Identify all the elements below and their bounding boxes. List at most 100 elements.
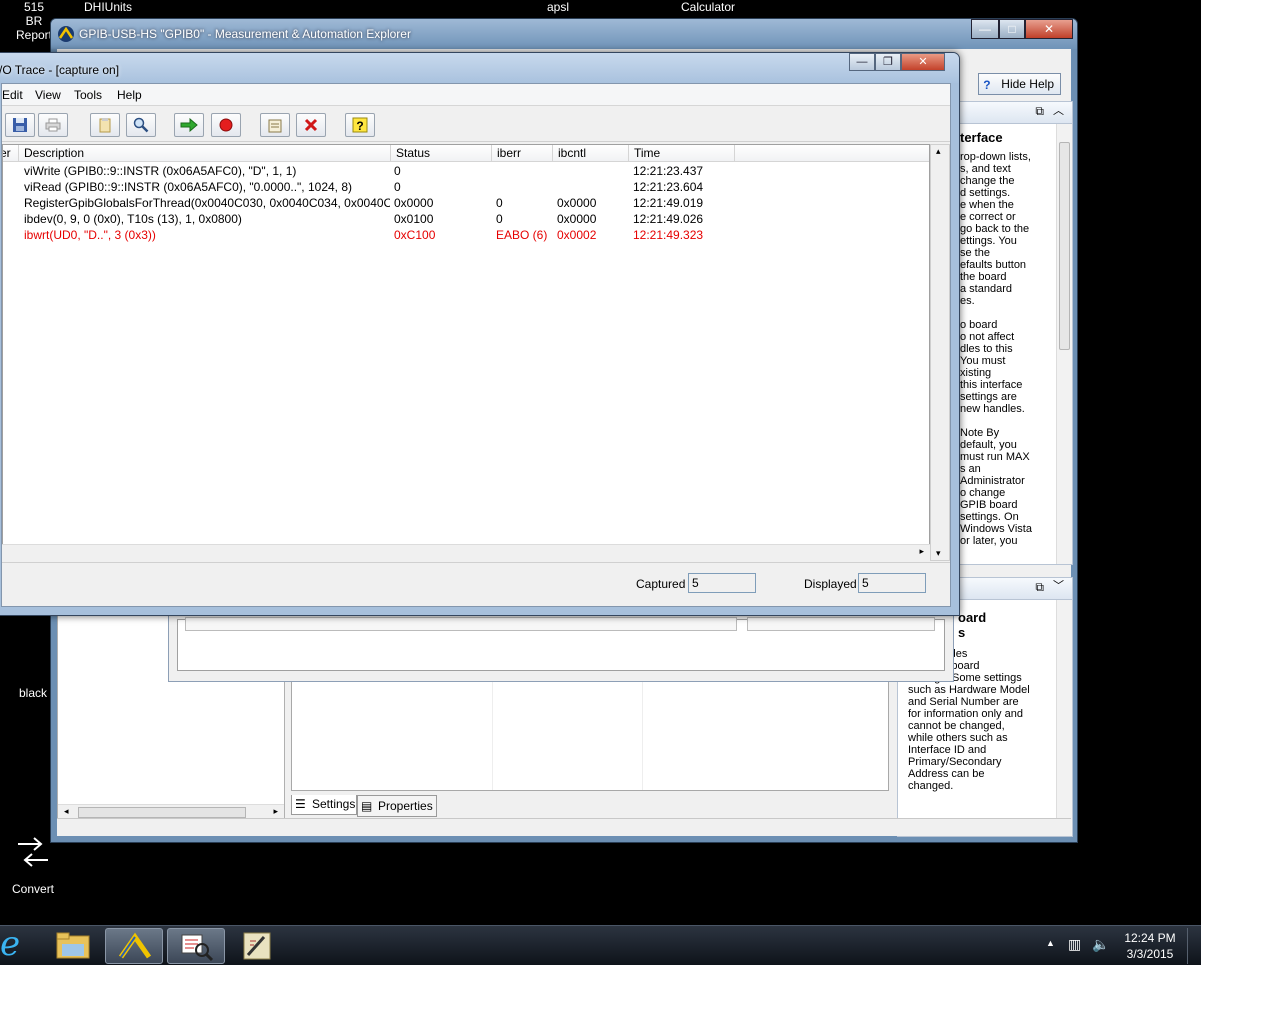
- desktop-icon-apsl[interactable]: apsl: [547, 0, 569, 14]
- taskbar-io-trace[interactable]: [167, 928, 225, 964]
- print-button[interactable]: [38, 113, 68, 137]
- scroll-right-icon[interactable]: ▸: [919, 546, 924, 557]
- row-cell-status: 0: [394, 164, 401, 178]
- show-desktop-button[interactable]: [1187, 928, 1199, 964]
- menu-help[interactable]: Help: [117, 88, 142, 102]
- scroll-thumb[interactable]: [78, 807, 246, 818]
- max-window-title: GPIB-USB-HS "GPIB0" - Measurement & Auto…: [79, 27, 411, 41]
- help-line: efaults button: [960, 259, 1027, 271]
- convert-icon[interactable]: [14, 834, 52, 870]
- tab-properties[interactable]: ▤ Properties: [357, 795, 437, 817]
- help-line: for information only and: [908, 708, 1023, 720]
- start-capture-button[interactable]: [174, 113, 204, 137]
- chevron-down-icon[interactable]: ﹀: [1053, 580, 1064, 592]
- table-row[interactable]: ibwrt(UD0, "D..", 3 (0x3)) 0xC100 EABO (6)…: [3, 227, 929, 243]
- desktop: 515 BR Report DHIUnits apsl Calculator b…: [0, 0, 1201, 965]
- tray-expand-icon[interactable]: ▲: [1046, 938, 1055, 948]
- help-line: You must: [960, 355, 1006, 367]
- column-time[interactable]: Time: [629, 145, 735, 162]
- table-row[interactable]: viWrite (GPIB0::9::INSTR (0x06A5AFC0), "…: [3, 163, 929, 179]
- taskbar-explorer[interactable]: [44, 928, 102, 964]
- save-icon: [13, 118, 27, 132]
- column-ibcntl[interactable]: ibcntl: [553, 145, 629, 162]
- column-number[interactable]: er: [3, 145, 19, 162]
- help-line: [960, 415, 1050, 427]
- help-bottom-scrollbar[interactable]: [1056, 600, 1072, 836]
- stop-capture-button[interactable]: [211, 113, 241, 137]
- svg-text:?: ?: [356, 119, 363, 133]
- copy-button[interactable]: [90, 113, 120, 137]
- row-cell-description: ibwrt(UD0, "D..", 3 (0x3)): [24, 228, 156, 242]
- max-title-bar[interactable]: GPIB-USB-HS "GPIB0" - Measurement & Auto…: [51, 19, 1077, 49]
- trace-close-button[interactable]: ✕: [901, 53, 945, 71]
- help-line: this interface: [960, 379, 1023, 391]
- chevron-up-icon[interactable]: ︿: [1053, 105, 1064, 117]
- table-row[interactable]: RegisterGpibGlobalsForThread(0x0040C030,…: [3, 195, 929, 211]
- clear-button[interactable]: [296, 113, 326, 137]
- io-trace-window: /O Trace - [capture on] — ❐ ✕ Edit View …: [0, 52, 960, 616]
- desktop-icon-convert[interactable]: Convert: [12, 882, 54, 896]
- tab-settings[interactable]: ☰ Settings: [291, 795, 357, 815]
- menu-tools[interactable]: Tools: [74, 88, 102, 102]
- help-icon: ?: [352, 117, 368, 133]
- scroll-right-icon[interactable]: ▸: [273, 806, 278, 817]
- taskbar-ie[interactable]: e: [0, 924, 40, 964]
- scroll-thumb[interactable]: [1059, 142, 1070, 350]
- settings-icon: ☰: [295, 797, 306, 811]
- help-line: o change: [960, 487, 1006, 499]
- trace-restore-button[interactable]: ❐: [875, 53, 901, 71]
- row-cell-status: 0x0000: [394, 196, 434, 210]
- trace-hscrollbar[interactable]: ▸: [2, 544, 930, 561]
- scroll-left-icon[interactable]: ◂: [64, 806, 69, 817]
- trace-list[interactable]: er Description Status iberr ibcntl Time …: [2, 144, 930, 561]
- help-button[interactable]: ?: [345, 113, 375, 137]
- tray-clock[interactable]: 12:24 PM 3/3/2015: [1116, 931, 1184, 961]
- hide-help-button[interactable]: ? Hide Help: [978, 73, 1061, 95]
- row-cell-description: viRead (GPIB0::9::INSTR (0x06A5AFC0), "0…: [24, 180, 353, 194]
- magnifier-icon: [133, 117, 149, 133]
- volume-icon[interactable]: 🔈: [1092, 936, 1109, 953]
- help-line: new handles.: [960, 403, 1025, 415]
- trace-title-bar[interactable]: /O Trace - [capture on] — ❐ ✕: [0, 53, 959, 83]
- help-line: Administrator: [960, 475, 1025, 487]
- max-minimize-button[interactable]: —: [971, 19, 999, 39]
- column-iberr[interactable]: iberr: [492, 145, 553, 162]
- max-maximize-button[interactable]: □: [999, 19, 1025, 39]
- red-record-icon: [219, 118, 233, 132]
- table-row[interactable]: viRead (GPIB0::9::INSTR (0x06A5AFC0), "0…: [3, 179, 929, 195]
- row-cell-status: 0: [394, 180, 401, 194]
- help-top-scrollbar[interactable]: [1056, 124, 1072, 564]
- taskbar-app[interactable]: [228, 928, 286, 964]
- help-line: s, and text: [960, 163, 1011, 175]
- trace-vscrollbar[interactable]: ▴ ▾: [930, 144, 950, 561]
- table-row[interactable]: ibdev(0, 9, 0 (0x0), T10s (13), 1, 0x080…: [3, 211, 929, 227]
- menu-edit[interactable]: Edit: [2, 88, 23, 102]
- taskbar-max[interactable]: [105, 928, 163, 964]
- captured-label: Captured: [636, 577, 686, 591]
- desktop-icon-dhiunits[interactable]: DHIUnits: [84, 0, 132, 14]
- row-cell-description: RegisterGpibGlobalsForThread(0x0040C030,…: [24, 196, 390, 210]
- scroll-up-icon[interactable]: ▴: [936, 146, 941, 157]
- help-line: dles to this: [960, 343, 1013, 355]
- row-cell-description: ibdev(0, 9, 0 (0x0), T10s (13), 1, 0x080…: [24, 212, 242, 226]
- edit-tool-icon: [243, 932, 271, 960]
- help-line: default, you: [960, 439, 1017, 451]
- save-button[interactable]: [5, 113, 35, 137]
- settings-button[interactable]: [260, 113, 290, 137]
- column-status[interactable]: Status: [391, 145, 492, 162]
- max-close-button[interactable]: ✕: [1025, 19, 1073, 39]
- desktop-icon-calculator[interactable]: Calculator: [681, 0, 735, 14]
- menu-view[interactable]: View: [35, 88, 61, 102]
- help-window-icon[interactable]: ⧉: [1035, 581, 1044, 593]
- help-text-top: terface rop-down lists, s, and text change…: [960, 130, 1050, 547]
- displayed-label: Displayed: [804, 577, 857, 591]
- desktop-icon-515br[interactable]: 515 BR Report: [14, 0, 54, 42]
- column-description[interactable]: Description: [19, 145, 391, 162]
- scroll-down-icon[interactable]: ▾: [936, 548, 941, 559]
- find-button[interactable]: [126, 113, 156, 137]
- network-icon[interactable]: ▥: [1068, 936, 1081, 953]
- trace-minimize-button[interactable]: —: [849, 53, 875, 71]
- ni-logo-icon: [58, 26, 74, 42]
- help-window-icon[interactable]: ⧉: [1035, 105, 1044, 117]
- desktop-icon-black[interactable]: black: [19, 686, 47, 700]
